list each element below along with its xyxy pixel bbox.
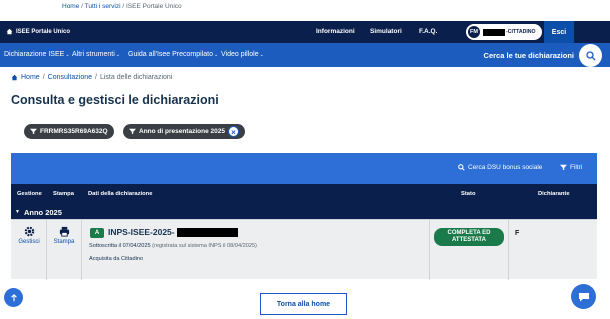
subscription-date: Sottoscritta il 07/04/2025 — [89, 243, 151, 249]
column-divider — [81, 220, 82, 280]
search-dsu-label: Cerca DSU bonus sociale — [468, 164, 543, 171]
link-informazioni[interactable]: Informazioni — [316, 28, 355, 35]
search-button[interactable] — [579, 44, 602, 67]
top-breadcrumb: Home / Tutti i servizi / ISEE Portale Un… — [62, 3, 182, 10]
home-icon — [11, 74, 18, 81]
status-line-2: ATTESTATA — [452, 237, 486, 243]
filter-chip-label: FRRMRS35R69A632Q — [40, 128, 108, 135]
filter-icon — [30, 128, 37, 135]
nav-label: Dichiarazione ISEE — [4, 51, 65, 58]
link-simulatori[interactable]: Simulatori — [370, 28, 402, 35]
logout-button[interactable]: Esci — [544, 21, 574, 43]
dichiarante-name: F — [515, 230, 520, 237]
breadcrumb-consultazione[interactable]: Consultazione — [48, 74, 92, 81]
filter-icon — [129, 128, 136, 135]
back-home-button[interactable]: Torna alla home — [260, 293, 347, 315]
filters-label: Filtri — [570, 164, 583, 171]
subscription-info: Sottoscritta il 07/04/2025 (registrata s… — [89, 243, 257, 249]
brand-label: ISEE Portale Unico — [16, 28, 71, 35]
breadcrumb-home[interactable]: Home — [21, 74, 40, 81]
redacted-protocol — [177, 228, 238, 237]
nav-dichiarazione[interactable]: Dichiarazione ISEE⌄ — [4, 51, 70, 58]
avatar: FM — [468, 26, 480, 38]
breadcrumb-sep: / — [42, 74, 45, 81]
filter-chip-label: Anno di presentazione 2025 — [139, 128, 225, 135]
top-bar: ISEE Portale Unico Informazioni Simulato… — [0, 21, 610, 43]
gear-icon — [24, 226, 34, 237]
protocol-number[interactable]: INPS-ISEE-2025- — [108, 227, 175, 237]
page-title: Consulta e gestisci le dichiarazioni — [11, 93, 219, 107]
printer-icon — [59, 226, 69, 237]
search-icon — [585, 50, 595, 60]
breadcrumb: Home / Consultazione / Lista delle dichi… — [11, 74, 172, 81]
status-pill: COMPLETA ED ATTESTATA — [434, 228, 504, 246]
close-icon[interactable]: × — [227, 126, 239, 137]
nav-label: Guida all'Isee Precompilato — [128, 51, 213, 58]
search-icon — [458, 164, 465, 171]
chevron-down-icon: ▼ — [15, 209, 20, 215]
nav-guida[interactable]: Guida all'Isee Precompilato⌄ — [128, 51, 218, 58]
col-gestione: Gestione — [17, 191, 42, 197]
brand[interactable]: ISEE Portale Unico — [6, 28, 70, 35]
nav-label: Video pillole — [221, 51, 259, 58]
filter-chip-cf[interactable]: FRRMRS35R69A632Q — [24, 124, 114, 139]
top-breadcrumb-sep: / — [81, 3, 83, 10]
home-icon — [6, 28, 13, 35]
top-breadcrumb-sep: / — [122, 3, 125, 10]
table-action-bar: Cerca DSU bonus sociale Filtri — [11, 153, 597, 184]
col-dichiarante: Dichiarante — [538, 191, 570, 197]
acquired-by: Acquisita da Cittadino — [89, 256, 144, 262]
user-menu[interactable]: FM -CITTADINO — [466, 24, 542, 40]
chat-button[interactable] — [571, 284, 596, 309]
filters-button[interactable]: Filtri — [560, 164, 582, 171]
nav-altri-strumenti[interactable]: Altri strumenti⌄ — [72, 51, 120, 58]
nav-label: Altri strumenti — [72, 51, 115, 58]
scroll-top-button[interactable] — [4, 288, 23, 307]
nav-video[interactable]: Video pillole⌄ — [221, 51, 264, 58]
filter-icon — [560, 164, 567, 171]
chevron-down-icon: ⌄ — [65, 52, 70, 58]
chevron-down-icon: ⌄ — [214, 52, 219, 58]
search-dsu-button[interactable]: Cerca DSU bonus sociale — [458, 164, 542, 171]
redacted-name — [483, 28, 505, 36]
table-header: Gestione Stampa Dati della dichiarazione… — [11, 184, 597, 205]
col-stato: Stato — [461, 191, 476, 197]
chevron-down-icon: ⌄ — [115, 52, 120, 58]
link-faq[interactable]: F.A.Q. — [419, 28, 437, 35]
col-stampa: Stampa — [53, 191, 74, 197]
year-group-label: Anno 2025 — [23, 207, 62, 217]
chat-icon — [578, 292, 589, 301]
main-nav: Dichiarazione ISEE⌄ Altri strumenti⌄ Gui… — [0, 43, 610, 67]
status-line-1: COMPLETA ED — [447, 230, 491, 236]
breadcrumb-sep: / — [95, 74, 97, 81]
registration-date: (registrata sul sistema INPS il 08/04/20… — [152, 243, 257, 249]
search-label[interactable]: Cerca le tue dichiarazioni — [484, 51, 574, 60]
manage-label: Gestisci — [18, 239, 40, 245]
top-breadcrumb-current: ISEE Portale Unico — [125, 3, 182, 10]
breadcrumb-current: Lista delle dichiarazioni — [99, 74, 173, 81]
column-divider — [429, 220, 430, 280]
print-label: Stampa — [53, 239, 75, 245]
print-button[interactable]: Stampa — [48, 226, 80, 245]
table-row: Gestisci Stampa A INPS-ISEE-2025- Sottos… — [11, 219, 597, 280]
arrow-up-icon — [10, 293, 17, 301]
column-divider — [46, 220, 47, 280]
filter-chip-anno[interactable]: Anno di presentazione 2025 × — [123, 124, 245, 139]
year-group[interactable]: ▼ Anno 2025 — [11, 205, 597, 219]
top-breadcrumb-servizi[interactable]: Tutti i servizi — [85, 3, 121, 10]
manage-button[interactable]: Gestisci — [13, 226, 45, 245]
top-breadcrumb-home[interactable]: Home — [62, 3, 79, 10]
user-role: -CITTADINO — [506, 29, 536, 35]
col-dati: Dati della dichiarazione — [88, 191, 153, 197]
status-badge: A — [90, 228, 104, 238]
chevron-down-icon: ⌄ — [259, 52, 264, 58]
column-divider — [508, 220, 509, 280]
